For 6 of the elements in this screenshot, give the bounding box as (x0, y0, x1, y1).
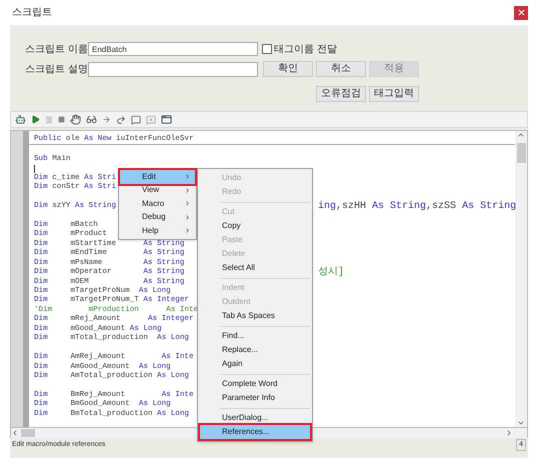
code-line: 성시] (318, 268, 344, 278)
field-label: 스크립트 설명 (25, 62, 88, 76)
code-line: ing,szHH As String,szSS As String (318, 202, 516, 212)
window-title: 스크립트 (12, 6, 52, 20)
field-label: 스크립트 이름 (25, 42, 88, 56)
checkbox-label: 태그이름 전달 (274, 42, 337, 56)
